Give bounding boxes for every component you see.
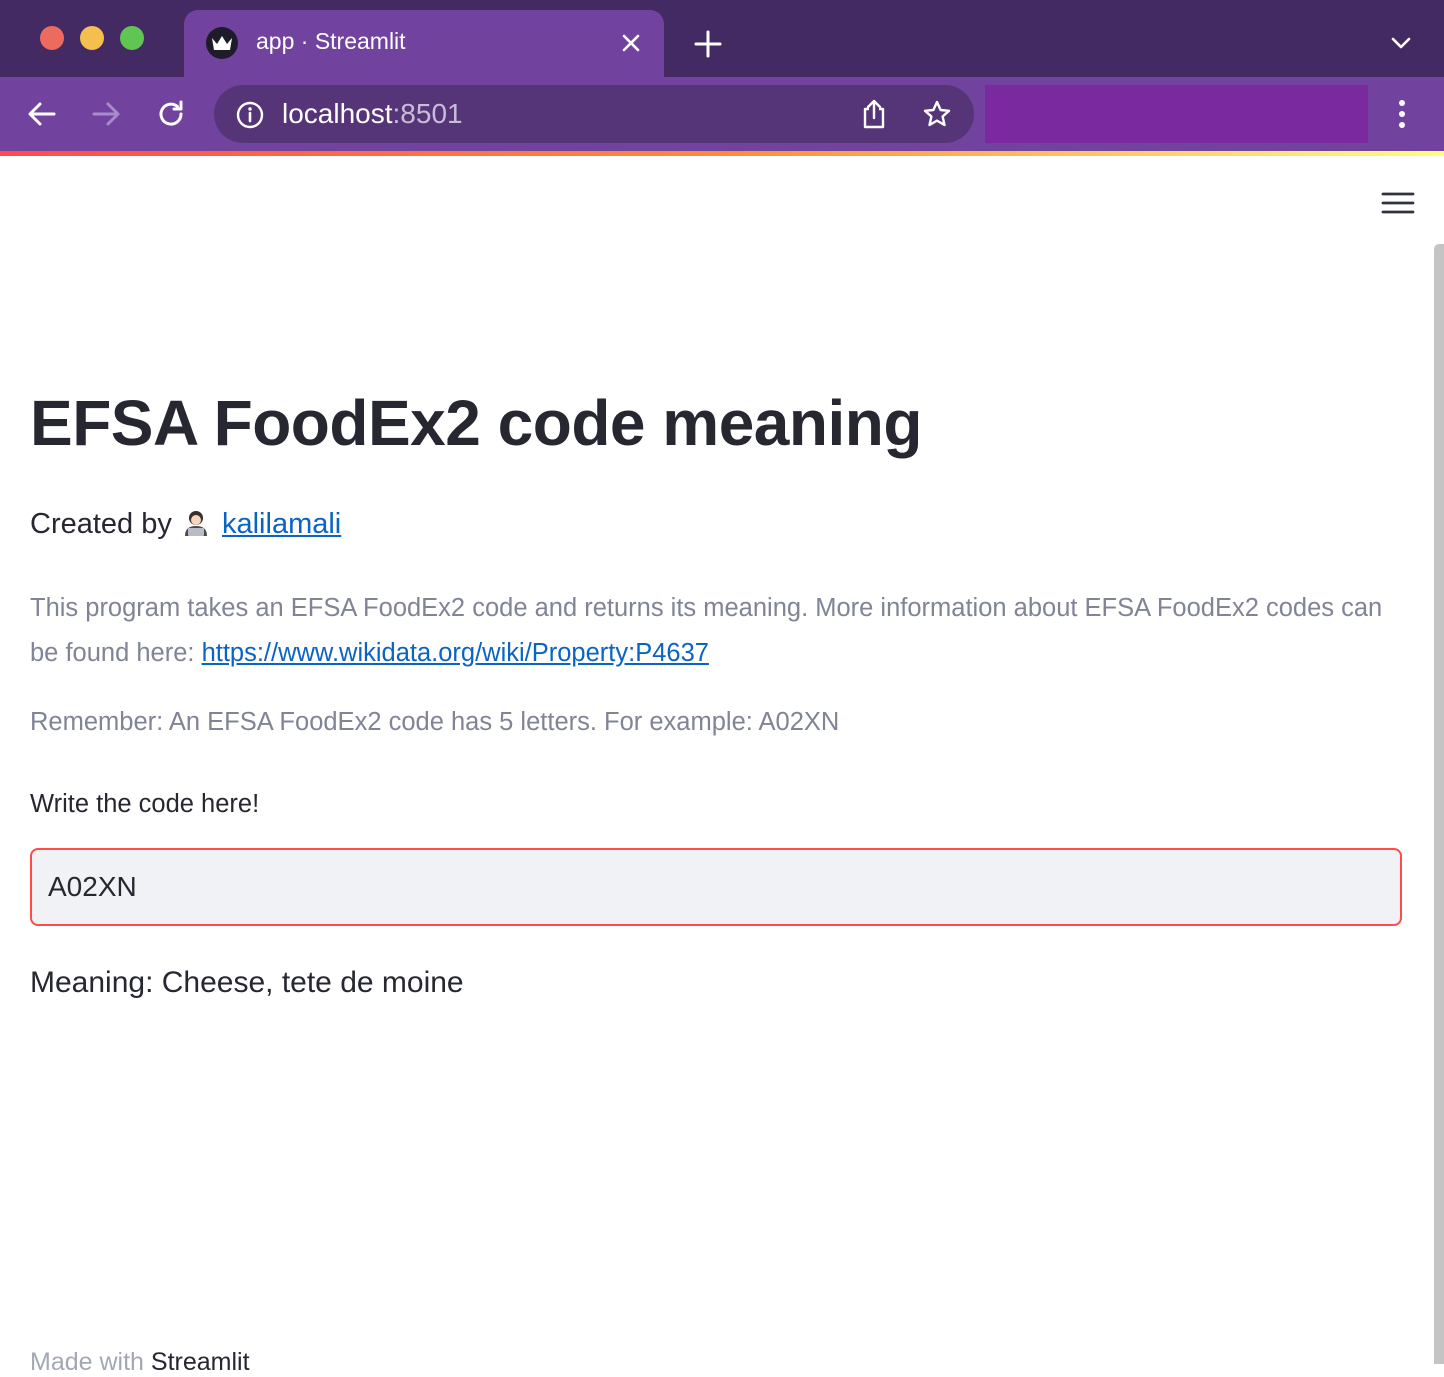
description-text: This program takes an EFSA FoodEx2 code … bbox=[30, 586, 1402, 676]
wikidata-link[interactable]: https://www.wikidata.org/wiki/Property:P… bbox=[202, 639, 709, 667]
footer-made-with: Made with bbox=[30, 1348, 144, 1376]
technologist-emoji-icon bbox=[184, 511, 207, 536]
share-icon[interactable] bbox=[860, 99, 888, 129]
created-by-label: Created by bbox=[30, 508, 172, 540]
close-tab-icon[interactable] bbox=[622, 34, 640, 52]
back-arrow-icon[interactable] bbox=[26, 98, 58, 130]
url-port: :8501 bbox=[392, 98, 463, 129]
url-text: localhost:8501 bbox=[282, 98, 463, 130]
hamburger-menu-icon[interactable] bbox=[1381, 191, 1415, 215]
browser-menu-icon[interactable] bbox=[1390, 99, 1414, 129]
forward-arrow-icon[interactable] bbox=[90, 98, 122, 130]
address-bar[interactable]: localhost:8501 bbox=[214, 85, 974, 143]
footer: Made with Streamlit bbox=[30, 1348, 250, 1377]
extensions-area bbox=[985, 85, 1368, 143]
meaning-result: Meaning: Cheese, tete de moine bbox=[30, 966, 464, 999]
code-input[interactable] bbox=[30, 848, 1402, 926]
footer-streamlit-link[interactable]: Streamlit bbox=[151, 1348, 250, 1376]
maximize-window-button[interactable] bbox=[120, 26, 144, 50]
reload-icon[interactable] bbox=[155, 98, 187, 130]
browser-toolbar: localhost:8501 bbox=[0, 77, 1444, 151]
chevron-down-icon[interactable] bbox=[1390, 36, 1412, 50]
tab-streamlit-app[interactable]: app · Streamlit bbox=[184, 10, 664, 77]
author-link[interactable]: kalilamali bbox=[222, 508, 341, 540]
close-window-button[interactable] bbox=[40, 26, 64, 50]
streamlit-favicon-icon bbox=[206, 27, 238, 59]
page-title: EFSA FoodEx2 code meaning bbox=[30, 387, 922, 459]
tab-title: app · Streamlit bbox=[256, 28, 406, 54]
page-scrollbar[interactable] bbox=[1434, 244, 1444, 1364]
code-input-label: Write the code here! bbox=[30, 790, 260, 818]
author-credit: Created by kalilamali bbox=[30, 508, 341, 541]
site-info-icon[interactable] bbox=[236, 101, 264, 129]
new-tab-icon[interactable] bbox=[694, 30, 722, 58]
streamlit-decoration-stripe bbox=[0, 151, 1444, 156]
remember-hint: Remember: An EFSA FoodEx2 code has 5 let… bbox=[30, 708, 840, 736]
bookmark-star-icon[interactable] bbox=[922, 99, 952, 129]
minimize-window-button[interactable] bbox=[80, 26, 104, 50]
url-host: localhost bbox=[282, 98, 393, 129]
browser-titlebar: app · Streamlit bbox=[0, 0, 1444, 77]
